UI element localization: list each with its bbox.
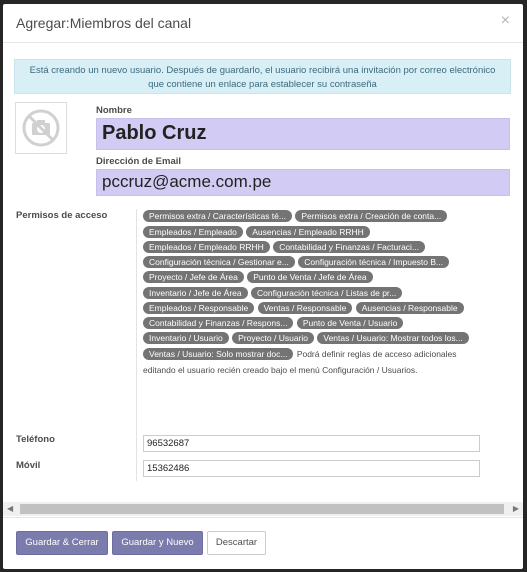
- access-tag[interactable]: Contabilidad y Finanzas / Respons...: [143, 317, 294, 329]
- access-tags: Permisos extra / Características té... P…: [143, 210, 473, 378]
- horizontal-scrollbar[interactable]: ◀ ▶: [3, 502, 523, 516]
- no-camera-icon: [22, 109, 60, 147]
- email-label: Dirección de Email: [96, 156, 182, 167]
- access-tag[interactable]: Permisos extra / Características té...: [143, 210, 292, 223]
- close-icon[interactable]: ×: [501, 12, 510, 30]
- scroll-thumb[interactable]: [20, 504, 504, 514]
- name-label: Nombre: [96, 105, 132, 116]
- access-tag[interactable]: Inventario / Usuario: [143, 332, 229, 345]
- phone-input[interactable]: 96532687: [143, 435, 480, 452]
- access-tag[interactable]: Contabilidad y Finanzas / Facturaci...: [273, 240, 426, 253]
- discard-button[interactable]: Descartar: [207, 531, 266, 555]
- access-tag[interactable]: Ausencias / Responsable: [355, 301, 464, 314]
- access-tag[interactable]: Empleados / Responsable: [143, 301, 255, 314]
- access-tag[interactable]: Configuración técnica / Gestionar e...: [143, 256, 295, 268]
- scroll-left-icon[interactable]: ◀: [7, 504, 13, 513]
- access-tag[interactable]: Configuración técnica / Impuesto B...: [298, 256, 450, 268]
- dialog-body: Está creando un nuevo usuario. Después d…: [3, 43, 523, 501]
- access-tag[interactable]: Ventas / Usuario: Solo mostrar doc...: [143, 347, 294, 360]
- access-rights-label: Permisos de acceso: [16, 210, 108, 221]
- avatar-placeholder[interactable]: [15, 102, 67, 154]
- access-tag[interactable]: Ventas / Usuario: Mostrar todos los...: [317, 332, 469, 345]
- dialog-footer: Guardar & Cerrar Guardar y Nuevo Descart…: [3, 517, 523, 569]
- access-tag[interactable]: Punto de Venta / Jefe de Área: [247, 271, 373, 284]
- access-tag[interactable]: Configuración técnica / Listas de pr...: [251, 286, 403, 299]
- access-tag[interactable]: Permisos extra / Creación de conta...: [295, 210, 448, 223]
- phone-label: Teléfono: [16, 434, 55, 445]
- divider: [136, 209, 137, 481]
- dialog-header: Agregar:Miembros del canal ×: [3, 4, 523, 43]
- access-tag[interactable]: Proyecto / Usuario: [232, 332, 314, 345]
- info-alert: Está creando un nuevo usuario. Después d…: [14, 59, 511, 94]
- scroll-right-icon[interactable]: ▶: [513, 504, 519, 513]
- access-tag[interactable]: Empleados / Empleado: [143, 225, 243, 238]
- access-tag[interactable]: Ventas / Responsable: [257, 301, 353, 314]
- mobile-label: Móvil: [16, 460, 41, 471]
- save-close-button[interactable]: Guardar & Cerrar: [16, 531, 108, 555]
- access-tag[interactable]: Proyecto / Jefe de Área: [143, 271, 244, 284]
- access-tag[interactable]: Ausencias / Empleado RRHH: [246, 225, 370, 238]
- access-tag[interactable]: Inventario / Jefe de Área: [143, 286, 248, 299]
- access-tag[interactable]: Empleados / Empleado RRHH: [143, 240, 270, 253]
- save-new-button[interactable]: Guardar y Nuevo: [112, 531, 203, 555]
- email-input[interactable]: pccruz@acme.com.pe: [96, 169, 510, 196]
- name-input[interactable]: Pablo Cruz: [96, 118, 510, 150]
- dialog: Agregar:Miembros del canal × Está creand…: [3, 4, 523, 569]
- mobile-input[interactable]: 15362486: [143, 460, 480, 477]
- dialog-title: Agregar:Miembros del canal: [16, 15, 192, 31]
- access-tag[interactable]: Punto de Venta / Usuario: [296, 317, 404, 329]
